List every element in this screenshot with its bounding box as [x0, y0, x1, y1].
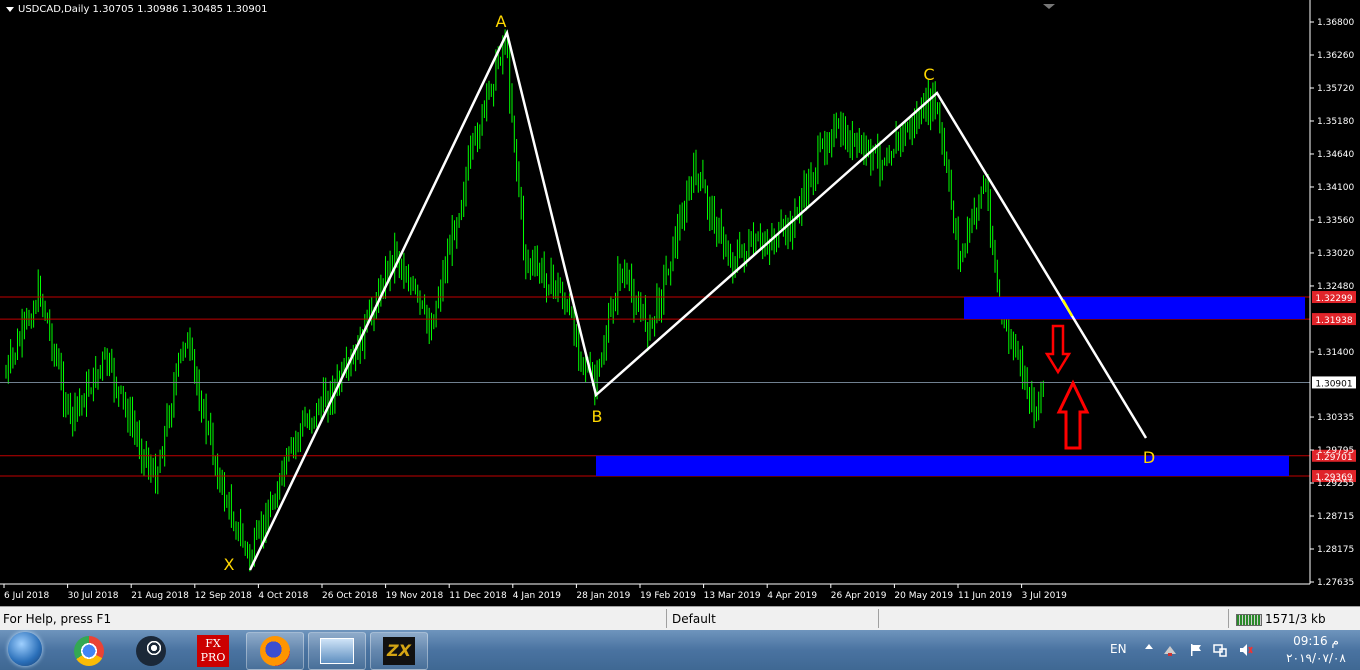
- taskbar-window[interactable]: [308, 632, 366, 670]
- taskbar: FX PRO ZX EN 09:16 م ۲۰۱۹/۰۷/۰۸: [0, 630, 1360, 670]
- time-tick-label: 11 Jun 2019: [958, 591, 1012, 601]
- network-tray-icon[interactable]: [1162, 642, 1178, 658]
- language-indicator[interactable]: EN: [1110, 642, 1127, 656]
- price-tick-label: 1.33560: [1317, 216, 1354, 226]
- firefox-icon: [260, 636, 290, 666]
- clock-date[interactable]: ۲۰۱۹/۰۷/۰۸: [1276, 651, 1356, 665]
- status-profile: Default: [672, 612, 716, 626]
- price-tick-label: 1.34100: [1317, 183, 1354, 193]
- price-tick-label: 1.28175: [1317, 545, 1354, 555]
- steam-icon: [136, 636, 166, 666]
- taskbar-steam[interactable]: [122, 632, 180, 670]
- price-tick-label: 1.32480: [1317, 282, 1354, 292]
- time-tick-label: 4 Oct 2018: [258, 591, 308, 601]
- time-tick-label: 6 Jul 2018: [4, 591, 49, 601]
- status-help-text: For Help, press F1: [3, 612, 112, 626]
- pattern-label: B: [592, 407, 603, 426]
- time-tick-label: 12 Sep 2018: [195, 591, 252, 601]
- price-tick-label: 1.28715: [1317, 512, 1354, 522]
- lower-target-zone: [596, 455, 1289, 477]
- price-tick-label: 1.35720: [1317, 84, 1354, 94]
- flag-tray-icon[interactable]: [1188, 642, 1204, 658]
- time-tick-label: 26 Apr 2019: [831, 591, 887, 601]
- time-tick-label: 20 May 2019: [894, 591, 953, 601]
- windows-logo-icon: [8, 632, 42, 666]
- chart-window[interactable]: 1.32299 1.31938 1.30901 1.29701 1.29369 1.368…: [0, 0, 1360, 606]
- pattern-label: X: [224, 555, 235, 574]
- time-tick-label: 28 Jan 2019: [576, 591, 630, 601]
- dropdown-triangle-icon[interactable]: [6, 6, 14, 12]
- down-arrow-icon: [1044, 324, 1072, 375]
- start-button[interactable]: [2, 630, 48, 670]
- time-tick-label: 26 Oct 2018: [322, 591, 378, 601]
- time-tick-label: 30 Jul 2018: [68, 591, 119, 601]
- time-tick-label: 21 Aug 2018: [131, 591, 189, 601]
- price-tick-label: 1.31400: [1317, 348, 1354, 358]
- status-divider: [878, 609, 879, 628]
- chrome-icon: [74, 636, 104, 666]
- taskbar-zulutrade[interactable]: ZX: [370, 632, 428, 670]
- price-tick-label: 1.27635: [1317, 578, 1354, 588]
- symbol-info: USDCAD,Daily 1.30705 1.30986 1.30485 1.3…: [18, 4, 268, 15]
- price-chart[interactable]: 1.322991.319381.309011.297011.293691.368…: [0, 0, 1360, 606]
- time-axis: 6 Jul 2018 30 Jul 2018 21 Aug 2018 12 Sep 2…: [0, 583, 1310, 601]
- price-tick-label: 1.36260: [1317, 51, 1354, 61]
- time-tick-label: 4 Apr 2019: [767, 591, 817, 601]
- taskbar-fxpro[interactable]: FX PRO: [184, 632, 242, 670]
- price-tick-label: 1.34640: [1317, 150, 1354, 160]
- time-tick-label: 13 Mar 2019: [704, 591, 761, 601]
- pattern-point-labels: X A B C D: [224, 12, 1156, 574]
- up-arrow-icon: [1056, 379, 1090, 450]
- upper-target-zone: [964, 297, 1305, 320]
- time-tick-label: 3 Jul 2019: [1022, 591, 1067, 601]
- volume-tray-icon[interactable]: [1238, 642, 1254, 658]
- taskbar-firefox[interactable]: [246, 632, 304, 670]
- candles: [5, 29, 1044, 572]
- status-divider: [666, 609, 667, 628]
- chart-shift-marker: [1043, 4, 1055, 9]
- time-tick-label: 19 Feb 2019: [640, 591, 696, 601]
- price-tick-label: 1.36800: [1317, 18, 1354, 28]
- time-tick-label: 19 Nov 2018: [386, 591, 444, 601]
- price-label-text: 1.32299: [1315, 294, 1352, 304]
- time-tick-label: 11 Dec 2018: [449, 591, 507, 601]
- price-axis: 1.322991.319381.309011.297011.293691.368…: [1043, 0, 1356, 588]
- price-tick-label: 1.35180: [1317, 117, 1354, 127]
- zulutrade-icon: ZX: [383, 637, 415, 665]
- price-tick-label: 1.33020: [1317, 249, 1354, 259]
- time-tick-label: 4 Jan 2019: [513, 591, 561, 601]
- traffic-value: 1571/3 kb: [1265, 612, 1326, 626]
- status-bar: For Help, press F1 Default 1571/3 kb: [0, 606, 1360, 631]
- window-icon: [320, 638, 354, 664]
- direction-arrows: [1044, 324, 1090, 450]
- price-tick-label: 1.30335: [1317, 413, 1354, 423]
- devices-tray-icon[interactable]: [1212, 642, 1228, 658]
- chart-header: USDCAD,Daily 1.30705 1.30986 1.30485 1.3…: [6, 4, 268, 15]
- fxpro-text: FX: [205, 637, 221, 650]
- taskbar-chrome[interactable]: [60, 632, 118, 670]
- connection-bars-icon: [1236, 613, 1262, 626]
- price-label-text: 1.31938: [1315, 316, 1352, 326]
- fxpro-icon: FX PRO: [197, 635, 229, 667]
- show-hidden-icons[interactable]: [1145, 644, 1153, 649]
- fxpro-text: PRO: [200, 651, 226, 664]
- clock-time[interactable]: 09:16 م: [1276, 634, 1356, 648]
- status-divider: [1228, 609, 1229, 628]
- price-tick-label: 1.29795: [1317, 446, 1354, 456]
- pattern-label: A: [496, 12, 507, 31]
- target-zones: [596, 297, 1305, 477]
- pattern-label: C: [923, 65, 934, 84]
- price-tick-label: 1.29255: [1317, 479, 1354, 489]
- price-label-text: 1.30901: [1315, 379, 1352, 389]
- pattern-label: D: [1143, 448, 1155, 467]
- status-traffic: 1571/3 kb: [1236, 612, 1326, 626]
